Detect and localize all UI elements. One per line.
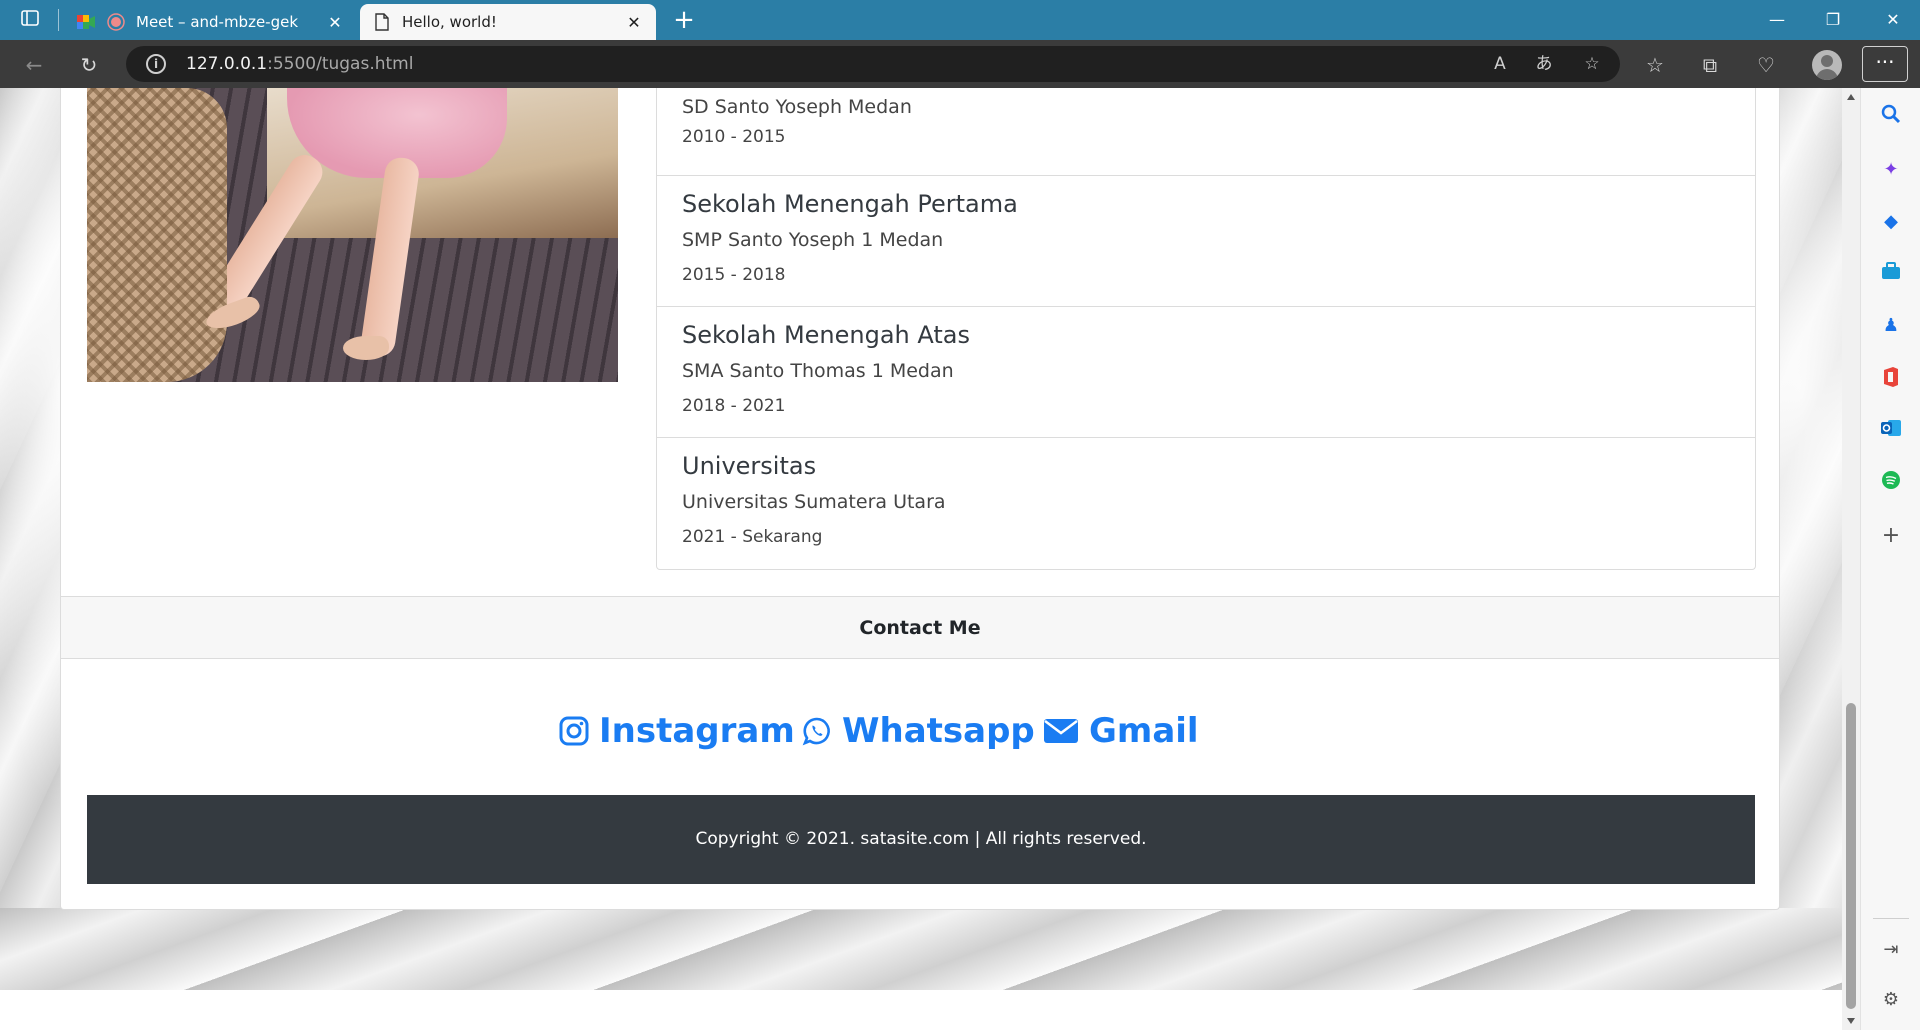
instagram-label: Instagram	[599, 711, 795, 751]
refresh-button[interactable]: ↻	[76, 52, 102, 78]
education-item: Sekolah Menengah Pertama SMP Santo Yosep…	[657, 175, 1755, 306]
profile-avatar[interactable]	[1812, 50, 1842, 80]
url-path: :5500/tugas.html	[267, 54, 414, 74]
education-years: 2018 - 2021	[682, 396, 786, 416]
education-years: 2015 - 2018	[682, 265, 786, 285]
gmail-label: Gmail	[1089, 711, 1199, 751]
profile-photo	[87, 88, 618, 382]
education-list: SD Santo Yoseph Medan 2010 - 2015 Sekola…	[656, 88, 1756, 570]
office-icon[interactable]	[1879, 366, 1903, 390]
favorites-icon[interactable]: ☆	[1642, 52, 1668, 78]
page-scrollbar[interactable]	[1842, 88, 1860, 1030]
education-title: Sekolah Menengah Pertama	[682, 190, 1018, 218]
sidebar-divider	[1873, 918, 1909, 919]
tab-label: Hello, world!	[402, 13, 497, 31]
browser-essentials-icon[interactable]: ♡	[1753, 52, 1779, 78]
tab-hello-world[interactable]: Hello, world! ✕	[360, 4, 656, 40]
settings-more-button[interactable]: ···	[1862, 46, 1908, 82]
sidebar-settings-icon[interactable]: ⚙	[1879, 988, 1903, 1012]
google-meet-icon	[76, 12, 96, 32]
close-tab-icon[interactable]: ✕	[325, 13, 345, 32]
tab-meet[interactable]: Meet – and-mbze-gek ✕	[64, 4, 357, 40]
page-icon	[372, 12, 392, 32]
tab-actions-icon[interactable]	[19, 10, 41, 30]
whatsapp-link[interactable]: Whatsapp	[802, 706, 1035, 756]
close-tab-icon[interactable]: ✕	[624, 13, 644, 32]
browser-toolbar: ← ↻ i 127.0.0.1:5500/tugas.html A あ ☆ ☆ …	[0, 40, 1920, 88]
education-title: Sekolah Menengah Atas	[682, 321, 970, 349]
search-icon[interactable]	[1879, 104, 1903, 128]
copilot-icon[interactable]: ✦	[1879, 158, 1903, 182]
contact-header: Contact Me	[61, 596, 1779, 659]
address-bar[interactable]: i 127.0.0.1:5500/tugas.html A あ ☆	[126, 46, 1620, 82]
scroll-up-arrow[interactable]	[1847, 94, 1855, 100]
outlook-icon[interactable]	[1879, 418, 1903, 442]
restore-button[interactable]: ❐	[1806, 0, 1860, 40]
page-viewport: SD Santo Yoseph Medan 2010 - 2015 Sekola…	[0, 88, 1842, 1030]
education-school: SMA Santo Thomas 1 Medan	[682, 360, 954, 382]
close-window-button[interactable]: ✕	[1866, 0, 1920, 40]
education-item: Universitas Universitas Sumatera Utara 2…	[657, 437, 1755, 569]
education-item: Sekolah Menengah Atas SMA Santo Thomas 1…	[657, 306, 1755, 437]
collections-icon[interactable]: ⧉	[1697, 52, 1723, 78]
shopping-tag-icon[interactable]: ◆	[1879, 210, 1903, 234]
spotify-icon[interactable]	[1879, 470, 1903, 494]
recording-icon	[106, 12, 126, 32]
games-icon[interactable]: ♟	[1879, 314, 1903, 338]
browser-titlebar: Meet – and-mbze-gek ✕ Hello, world! ✕ + …	[0, 0, 1920, 40]
page-bottom-blank	[0, 990, 1842, 1030]
education-school: SMP Santo Yoseph 1 Medan	[682, 229, 944, 251]
add-favorite-icon[interactable]: ☆	[1580, 52, 1604, 76]
education-school: Universitas Sumatera Utara	[682, 491, 946, 513]
instagram-icon	[559, 716, 589, 746]
url-text: 127.0.0.1:5500/tugas.html	[186, 54, 413, 74]
tools-icon[interactable]	[1879, 262, 1903, 286]
edge-sidebar: ✦ ◆ ♟ + ⇥ ⚙	[1860, 88, 1920, 1030]
education-school: SD Santo Yoseph Medan	[682, 96, 912, 118]
minimize-button[interactable]: —	[1750, 0, 1804, 40]
education-item: SD Santo Yoseph Medan 2010 - 2015	[657, 88, 1755, 175]
whatsapp-label: Whatsapp	[842, 711, 1035, 751]
hide-sidebar-icon[interactable]: ⇥	[1879, 938, 1903, 962]
silk-background-bottom	[0, 908, 1842, 990]
titlebar-divider	[58, 9, 59, 31]
education-years: 2010 - 2015	[682, 127, 786, 147]
back-button[interactable]: ←	[21, 52, 47, 78]
scroll-thumb[interactable]	[1846, 703, 1856, 1009]
site-info-icon[interactable]: i	[146, 54, 166, 74]
gmail-link[interactable]: Gmail	[1043, 706, 1199, 756]
whatsapp-icon	[802, 717, 830, 746]
url-host: 127.0.0.1	[186, 54, 268, 74]
instagram-link[interactable]: Instagram	[559, 706, 795, 756]
scroll-down-arrow[interactable]	[1847, 1018, 1855, 1024]
read-aloud-icon[interactable]: A	[1488, 52, 1512, 76]
profile-card: SD Santo Yoseph Medan 2010 - 2015 Sekola…	[60, 88, 1780, 910]
envelope-icon	[1044, 719, 1078, 743]
education-years: 2021 - Sekarang	[682, 527, 823, 547]
translate-icon[interactable]: あ	[1532, 52, 1556, 76]
tab-label: Meet – and-mbze-gek	[136, 13, 299, 31]
new-tab-button[interactable]: +	[668, 4, 700, 36]
photo-rattan-chair	[87, 88, 227, 382]
add-sidebar-app-icon[interactable]: +	[1879, 524, 1903, 548]
education-title: Universitas	[682, 452, 817, 480]
footer-copyright: Copyright © 2021. satasite.com | All rig…	[87, 795, 1755, 884]
photo-shoe	[343, 336, 389, 360]
